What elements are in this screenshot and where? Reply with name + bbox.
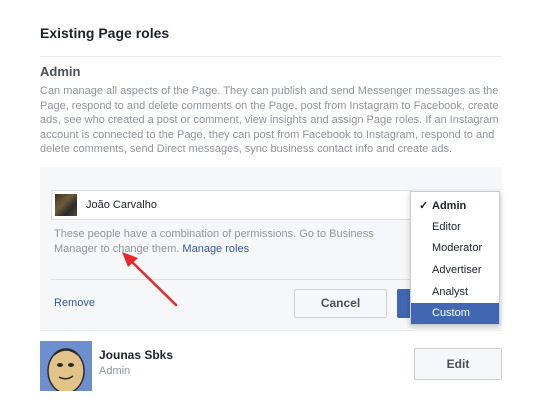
role-description: Can manage all aspects of the Page. They… [40, 85, 499, 156]
member-name: Jounas Sbks [99, 348, 174, 362]
dropdown-option-label: Advertiser [432, 264, 482, 276]
remove-link[interactable]: Remove [54, 297, 95, 309]
dropdown-option-label: Custom [432, 307, 470, 319]
dropdown-option-editor[interactable]: Editor [411, 217, 499, 238]
dropdown-option-label: Moderator [432, 242, 483, 254]
divider [40, 330, 502, 331]
person-field: João Carvalho [51, 190, 413, 220]
manage-roles-link[interactable]: Manage roles [182, 243, 249, 255]
dropdown-option-analyst[interactable]: Analyst [411, 282, 499, 303]
person-avatar [55, 194, 77, 216]
dropdown-option-moderator[interactable]: Moderator [411, 238, 499, 259]
section-title: Existing Page roles [40, 25, 170, 41]
dropdown-option-admin[interactable]: ✓ Admin [411, 196, 499, 217]
dropdown-option-label: Admin [432, 200, 467, 212]
checkmark-icon: ✓ [419, 200, 429, 212]
role-heading: Admin [40, 64, 81, 79]
avatar [40, 341, 92, 391]
member-role: Admin [99, 365, 131, 377]
permission-note: These people have a combination of permi… [54, 227, 414, 256]
dropdown-option-label: Editor [432, 221, 461, 233]
dropdown-option-custom[interactable]: Custom [411, 303, 499, 324]
dropdown-option-advertiser[interactable]: Advertiser [411, 260, 499, 281]
role-dropdown-menu: ✓ Admin Editor Moderator Advertiser Anal… [410, 191, 500, 325]
edit-button[interactable]: Edit [414, 348, 502, 380]
dropdown-option-label: Analyst [432, 286, 469, 298]
cartoon-face-icon [40, 341, 92, 391]
divider [40, 56, 502, 57]
cancel-button[interactable]: Cancel [294, 289, 387, 318]
person-name: João Carvalho [86, 199, 157, 211]
